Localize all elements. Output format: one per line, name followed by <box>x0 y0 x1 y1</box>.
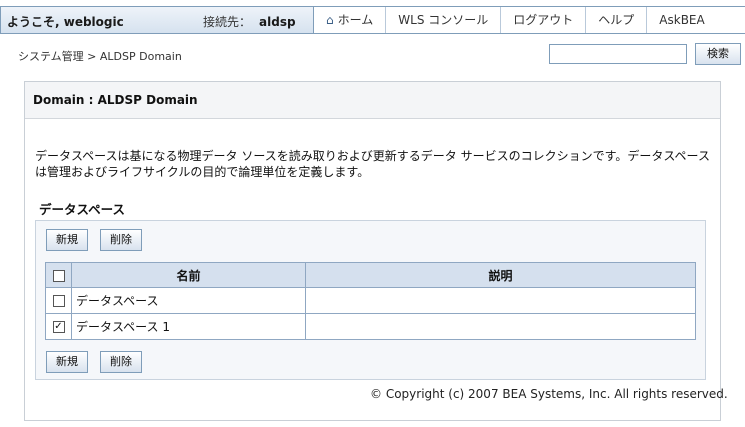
breadcrumb[interactable]: システム管理 > ALDSP Domain <box>18 48 182 64</box>
nav-home-label: ホーム <box>337 13 374 27</box>
table-header-row: 名前 説明 <box>45 262 696 288</box>
nav-logout-label: ログアウト <box>513 13 574 27</box>
nav-help-label: ヘルプ <box>598 13 635 27</box>
top-nav: ⌂ ホーム WLS コンソール ログアウト ヘルプ AskBEA <box>314 7 717 33</box>
welcome-area: ようこそ, weblogic 接続先： aldsp <box>1 7 314 33</box>
nav-logout[interactable]: ログアウト <box>501 7 587 33</box>
nav-help[interactable]: ヘルプ <box>586 7 648 33</box>
connection-value: aldsp <box>259 15 296 29</box>
row-name: データスペース 1 <box>71 313 306 340</box>
nav-askbea[interactable]: AskBEA <box>647 7 716 33</box>
panel-title: Domain : ALDSP Domain <box>25 82 720 119</box>
nav-askbea-label: AskBEA <box>659 13 705 27</box>
row-checkbox-cell: ✓ <box>45 313 72 340</box>
search-button[interactable]: 検索 <box>695 43 741 65</box>
table-row: ✓ データスペース 1 <box>45 313 696 340</box>
section-title: データスペース <box>39 202 126 217</box>
row-name: データスペース <box>71 287 306 314</box>
search-input[interactable] <box>549 44 687 64</box>
copyright: © Copyright (c) 2007 BEA Systems, Inc. A… <box>370 387 728 401</box>
nav-wls-console-label: WLS コンソール <box>398 13 489 27</box>
header-name: 名前 <box>71 262 306 288</box>
welcome-text: ようこそ, weblogic <box>7 15 124 29</box>
row-checkbox-cell <box>45 287 72 314</box>
select-all-cell <box>45 262 72 288</box>
delete-button-bottom[interactable]: 削除 <box>100 351 142 373</box>
dataspace-table: 名前 説明 データスペース ✓ データスペース 1 <box>45 262 696 340</box>
connection-info: 接続先： aldsp <box>203 13 296 30</box>
connection-label: 接続先： <box>203 15 252 29</box>
nav-home[interactable]: ⌂ ホーム <box>314 7 387 33</box>
domain-panel: Domain : ALDSP Domain データスペースは基になる物理データ … <box>24 81 721 421</box>
new-button-top[interactable]: 新規 <box>46 229 88 251</box>
nav-wls-console[interactable]: WLS コンソール <box>386 7 502 33</box>
row-checkbox[interactable] <box>52 295 65 307</box>
new-button-bottom[interactable]: 新規 <box>46 351 88 373</box>
header-description: 説明 <box>305 262 696 288</box>
row-description <box>305 287 696 314</box>
home-icon: ⌂ <box>326 13 334 27</box>
top-bar: ようこそ, weblogic 接続先： aldsp ⌂ ホーム WLS コンソール … <box>0 6 745 34</box>
select-all-checkbox[interactable] <box>52 269 65 282</box>
row-description <box>305 313 696 340</box>
panel-description: データスペースは基になる物理データ ソースを読み取りおよび更新するデータ サービ… <box>35 149 710 179</box>
table-row: データスペース <box>45 287 696 314</box>
dataspace-box: 新規 削除 名前 説明 データスペース ✓ データスペース 1 新規 削除 <box>35 220 706 380</box>
delete-button-top[interactable]: 削除 <box>100 229 142 251</box>
row-checkbox-checked[interactable]: ✓ <box>52 321 65 333</box>
